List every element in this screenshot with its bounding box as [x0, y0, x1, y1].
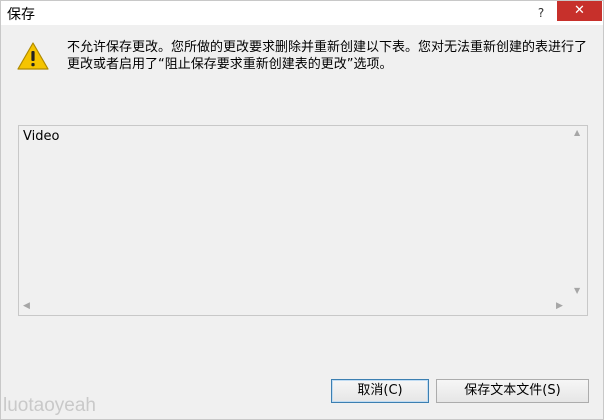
window-title: 保存: [7, 7, 35, 23]
table-list[interactable]: Video ▲ ▼ ◀ ▶: [18, 125, 588, 316]
save-text-file-button[interactable]: 保存文本文件(S): [436, 379, 589, 403]
title-bar: 保存 ? ✕: [1, 1, 603, 25]
scroll-left-icon[interactable]: ◀: [23, 301, 30, 311]
vertical-scrollbar[interactable]: ▲ ▼: [571, 126, 587, 299]
list-item[interactable]: Video: [23, 129, 59, 144]
scroll-right-icon[interactable]: ▶: [556, 301, 563, 311]
message-text: 不允许保存更改。您所做的更改要求删除并重新创建以下表。您对无法重新创建的表进行了…: [67, 40, 588, 72]
close-button[interactable]: ✕: [557, 1, 602, 21]
scroll-down-icon[interactable]: ▼: [574, 286, 580, 295]
horizontal-scrollbar[interactable]: ◀ ▶: [19, 299, 571, 315]
scroll-up-icon[interactable]: ▲: [574, 128, 580, 137]
save-dialog: 保存 ? ✕ 不允许保存更改。您所做的更改要求删除并重新创建以下表。您对无法重新…: [0, 0, 604, 420]
cancel-button[interactable]: 取消(C): [331, 379, 429, 403]
watermark: luotaoyeah: [3, 395, 96, 416]
scroll-corner: [571, 299, 587, 315]
help-button[interactable]: ?: [531, 3, 551, 23]
warning-icon: [17, 42, 49, 70]
